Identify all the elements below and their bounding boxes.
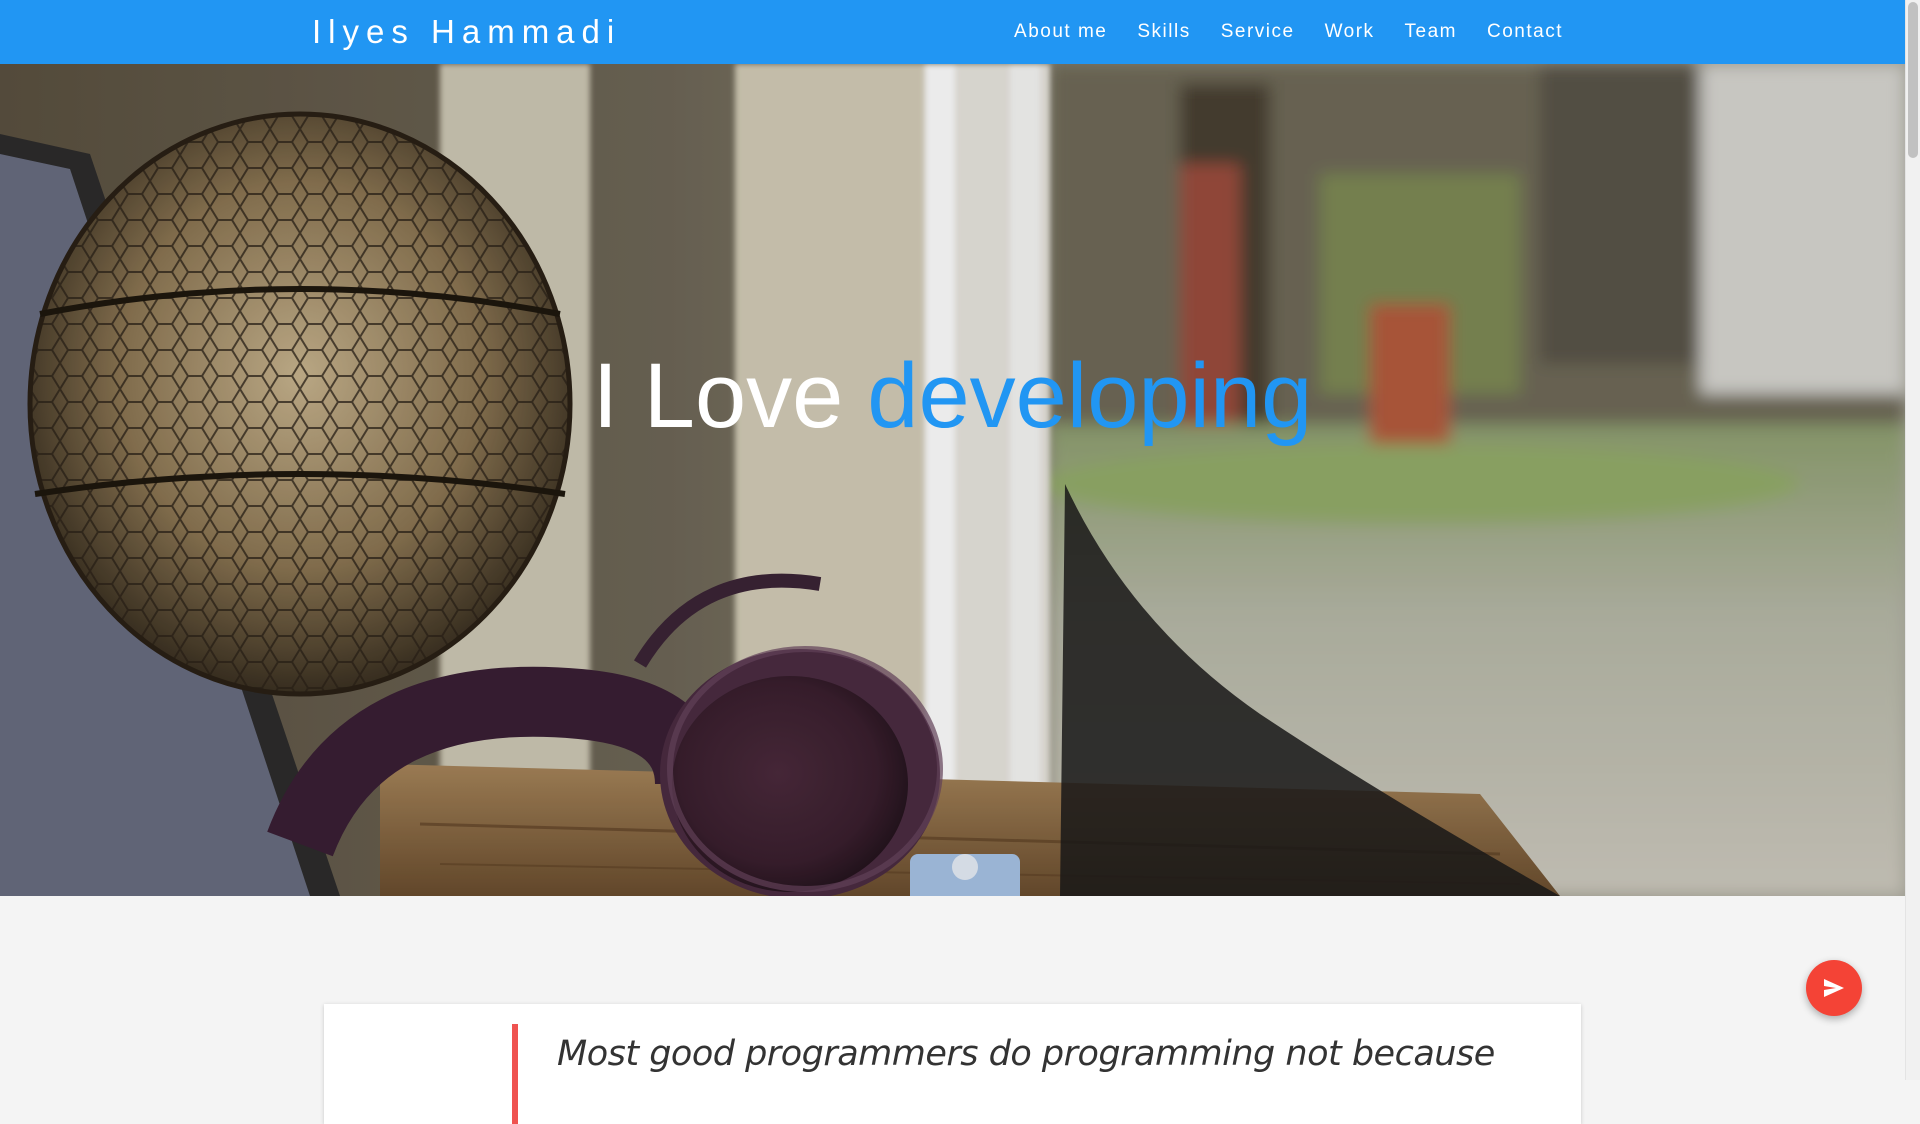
hero-heading: I Love developing <box>0 341 1905 451</box>
nav-link-team[interactable]: Team <box>1390 21 1472 43</box>
quote-text: Most good programmers do programming not… <box>557 1034 1495 1074</box>
brand-logo-text[interactable]: Ilyes Hammadi <box>312 0 621 64</box>
nav-link-contact[interactable]: Contact <box>1472 21 1578 43</box>
page-scrollbar[interactable] <box>1905 0 1920 1080</box>
nav-link-skills[interactable]: Skills <box>1122 21 1205 43</box>
nav-link-service[interactable]: Service <box>1206 21 1310 43</box>
scrollbar-thumb[interactable] <box>1908 2 1918 158</box>
nav-link-about-me[interactable]: About me <box>999 21 1122 43</box>
quote-accent-bar <box>512 1024 518 1124</box>
send-fab-button[interactable] <box>1806 960 1862 1016</box>
send-icon <box>1824 979 1844 997</box>
hero-heading-lead: I Love <box>592 344 844 447</box>
hero-heading-accent: developing <box>867 344 1313 447</box>
nav-menu: About me Skills Service Work Team Contac… <box>999 0 1578 64</box>
hero-section: I Love developing <box>0 64 1905 896</box>
hero-background-photo <box>0 64 1905 896</box>
nav-link-work[interactable]: Work <box>1310 21 1390 43</box>
top-navbar: Ilyes Hammadi About me Skills Service Wo… <box>0 0 1905 64</box>
quote-card: Most good programmers do programming not… <box>324 1004 1581 1124</box>
